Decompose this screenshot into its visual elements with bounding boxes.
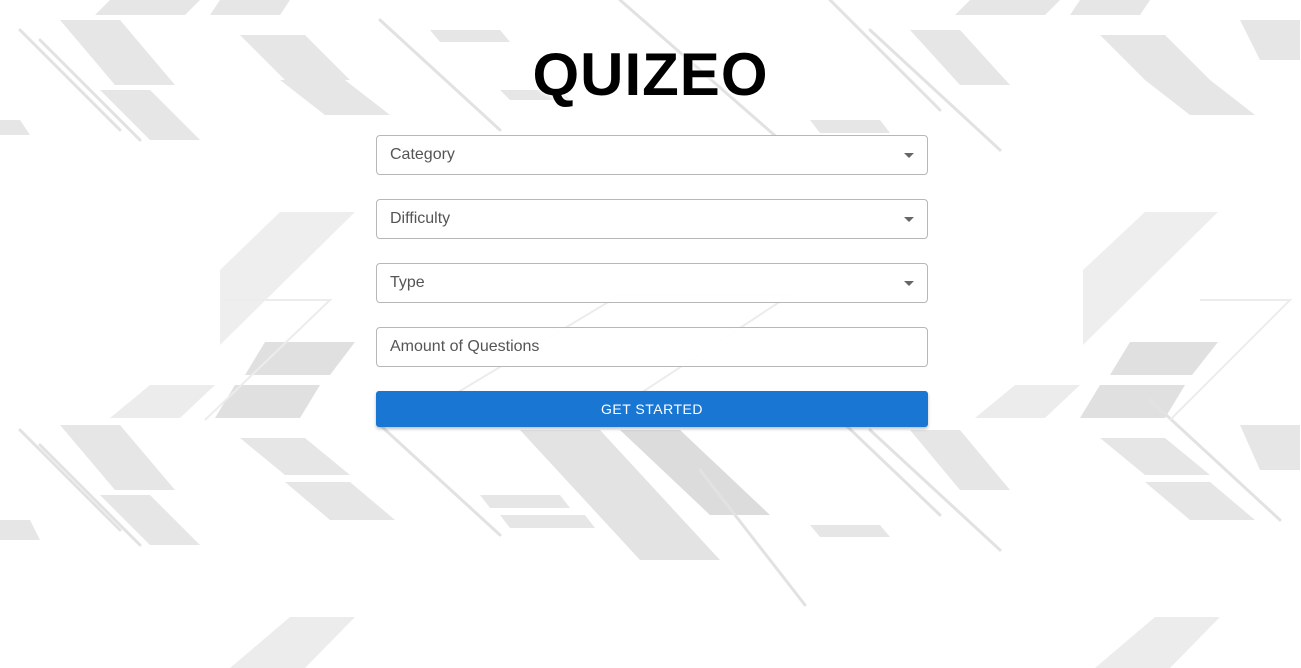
app-title: QUIZEO [532,41,769,108]
amount-of-questions-input[interactable] [377,328,927,366]
difficulty-label: Difficulty [390,210,451,227]
category-label: Category [390,146,455,163]
get-started-button[interactable]: GET STARTED [376,391,928,427]
type-label: Type [390,274,425,291]
caret-down-icon [904,153,914,158]
content-area: QUIZEO Category Difficulty Type GET STAR… [0,0,1301,668]
amount-of-questions-field [376,327,928,367]
category-select[interactable]: Category [376,135,928,175]
caret-down-icon [904,281,914,286]
quiz-setup-page: QUIZEO Category Difficulty Type GET STAR… [0,0,1301,668]
caret-down-icon [904,217,914,222]
type-select[interactable]: Type [376,263,928,303]
difficulty-select[interactable]: Difficulty [376,199,928,239]
